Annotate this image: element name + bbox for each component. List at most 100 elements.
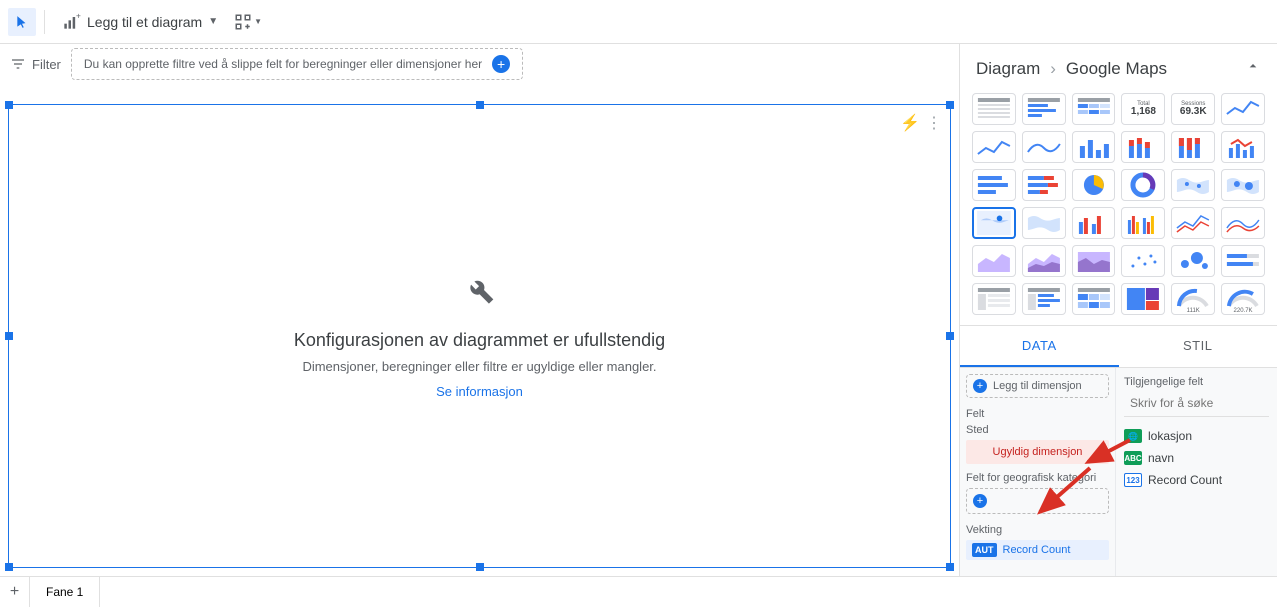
- resize-handle[interactable]: [5, 332, 13, 340]
- chart-type-100-area[interactable]: [1072, 245, 1116, 277]
- filter-text: Filter: [32, 57, 61, 72]
- tab-style[interactable]: STIL: [1119, 326, 1277, 367]
- text-icon: ABC: [1124, 451, 1142, 465]
- chart-type-grouped-column[interactable]: [1072, 207, 1116, 239]
- toolbar: + Legg til et diagram ▼ ▼: [0, 0, 1277, 44]
- chart-type-table-bars[interactable]: [1022, 93, 1066, 125]
- chart-type-treemap[interactable]: [1121, 283, 1165, 315]
- chart-type-multi-line[interactable]: [1171, 207, 1215, 239]
- filter-bar: Filter Du kan opprette filtre ved å slip…: [0, 44, 959, 84]
- chart-type-table-heatmap[interactable]: [1072, 93, 1116, 125]
- field-search-input[interactable]: [1130, 396, 1277, 410]
- chart-type-google-maps[interactable]: [972, 207, 1016, 239]
- quick-insight-icon[interactable]: ⚡: [900, 113, 920, 133]
- tab-data[interactable]: DATA: [960, 326, 1119, 367]
- chart-type-pivot-heat[interactable]: [1072, 283, 1116, 315]
- chart-type-stacked-bar[interactable]: [1022, 169, 1066, 201]
- chart-type-line[interactable]: [972, 131, 1016, 163]
- svg-text:+: +: [76, 12, 81, 21]
- chart-type-bar[interactable]: [972, 169, 1016, 201]
- add-chart-icon: +: [61, 12, 81, 32]
- add-dimension-drop[interactable]: + Legg til dimensjon: [966, 374, 1109, 398]
- chart-type-table[interactable]: [972, 93, 1016, 125]
- field-search[interactable]: [1124, 396, 1269, 417]
- chart-type-gauge[interactable]: 111K: [1171, 283, 1215, 315]
- error-link[interactable]: Se informasjon: [436, 384, 523, 399]
- collapse-icon[interactable]: [1245, 58, 1261, 79]
- resize-handle[interactable]: [476, 101, 484, 109]
- chart-type-stacked-area[interactable]: [1022, 245, 1066, 277]
- filter-label: Filter: [10, 56, 61, 72]
- chart-type-stacked-column[interactable]: [1121, 131, 1165, 163]
- chart-actions: ⚡ ⋮: [900, 113, 942, 133]
- geo-icon: 🌐: [1124, 429, 1142, 443]
- plus-icon: +: [973, 494, 987, 508]
- metric-chip[interactable]: AUT Record Count: [966, 540, 1109, 560]
- field-lokasjon[interactable]: 🌐 lokasjon: [1124, 425, 1269, 447]
- chart-type-multi-smooth[interactable]: [1221, 207, 1265, 239]
- chart-type-scorecard[interactable]: Total1,168: [1121, 93, 1165, 125]
- filter-drop-zone[interactable]: Du kan opprette filtre ved å slippe felt…: [71, 48, 523, 80]
- chart-type-geo-bubble[interactable]: [1221, 169, 1265, 201]
- filter-icon: [10, 56, 26, 72]
- field-record-count[interactable]: 123 Record Count: [1124, 469, 1269, 491]
- page-tab-1[interactable]: Fane 1: [30, 577, 100, 607]
- chart-type-scatter[interactable]: [1121, 245, 1165, 277]
- add-page-button[interactable]: +: [0, 577, 30, 607]
- metric-badge: AUT: [972, 543, 997, 557]
- available-fields: Tilgjengelige felt 🌐 lokasjon ABC navn 1…: [1116, 368, 1277, 576]
- chart-type-gauge2[interactable]: 220.7K: [1221, 283, 1265, 315]
- resize-handle[interactable]: [476, 563, 484, 571]
- community-viz-button[interactable]: ▼: [234, 8, 262, 36]
- metric-name: Record Count: [1003, 544, 1071, 556]
- chart-type-grouped-column2[interactable]: [1121, 207, 1165, 239]
- breadcrumb-leaf: Google Maps: [1066, 59, 1167, 79]
- dropdown-caret-icon: ▼: [254, 17, 262, 26]
- filter-placeholder: Du kan opprette filtre ved å slippe felt…: [84, 57, 482, 71]
- chart-type-column[interactable]: [1072, 131, 1116, 163]
- chart-type-pivot-bars[interactable]: [1022, 283, 1066, 315]
- wrench-icon: [464, 274, 496, 314]
- chart-type-grid: Total1,168 Sessions69.3K: [960, 93, 1277, 325]
- chart-type-pie[interactable]: [1072, 169, 1116, 201]
- canvas-area: Filter Du kan opprette filtre ved å slip…: [0, 44, 959, 576]
- resize-handle[interactable]: [946, 563, 954, 571]
- breadcrumb: Diagram › Google Maps: [960, 44, 1277, 93]
- geo-field-drop[interactable]: +: [966, 488, 1109, 514]
- chart-type-scorecard-compact[interactable]: Sessions69.3K: [1171, 93, 1215, 125]
- chart-type-filled-map[interactable]: [1022, 207, 1066, 239]
- toolbar-divider: [44, 10, 45, 34]
- data-body: + Legg til dimensjon Felt Sted Ugyldig d…: [960, 368, 1277, 576]
- panel-tabs: DATA STIL: [960, 325, 1277, 368]
- chart-type-sparkline[interactable]: [1221, 93, 1265, 125]
- resize-handle[interactable]: [5, 563, 13, 571]
- chart-type-geo-map[interactable]: [1171, 169, 1215, 201]
- field-label: Record Count: [1148, 473, 1222, 487]
- chart-type-combo[interactable]: [1221, 131, 1265, 163]
- add-chart-button[interactable]: + Legg til et diagram ▼: [53, 8, 226, 36]
- available-fields-title: Tilgjengelige felt: [1124, 376, 1269, 388]
- breadcrumb-root[interactable]: Diagram: [976, 59, 1040, 79]
- plus-icon: +: [973, 379, 987, 393]
- invalid-dimension-chip[interactable]: Ugyldig dimensjon: [966, 440, 1109, 464]
- chart-menu-icon[interactable]: ⋮: [926, 113, 942, 133]
- field-navn[interactable]: ABC navn: [1124, 447, 1269, 469]
- chart-type-bubble[interactable]: [1171, 245, 1215, 277]
- add-filter-icon[interactable]: +: [492, 55, 510, 73]
- vekting-label: Vekting: [966, 524, 1109, 536]
- chart-type-smooth-line[interactable]: [1022, 131, 1066, 163]
- selected-chart[interactable]: ⚡ ⋮ Konfigurasjonen av diagrammet er ufu…: [8, 104, 951, 568]
- resize-handle[interactable]: [946, 332, 954, 340]
- sted-label: Sted: [966, 424, 1109, 436]
- select-tool[interactable]: [8, 8, 36, 36]
- felt-label: Felt: [966, 408, 1109, 420]
- chart-type-area[interactable]: [972, 245, 1016, 277]
- chart-type-100-column[interactable]: [1171, 131, 1215, 163]
- resize-handle[interactable]: [946, 101, 954, 109]
- chart-type-pivot[interactable]: [972, 283, 1016, 315]
- chart-type-bullet[interactable]: [1221, 245, 1265, 277]
- add-chart-label: Legg til et diagram: [87, 14, 202, 30]
- right-panel: Diagram › Google Maps Total1,168 Session…: [959, 44, 1277, 576]
- chart-type-donut[interactable]: [1121, 169, 1165, 201]
- resize-handle[interactable]: [5, 101, 13, 109]
